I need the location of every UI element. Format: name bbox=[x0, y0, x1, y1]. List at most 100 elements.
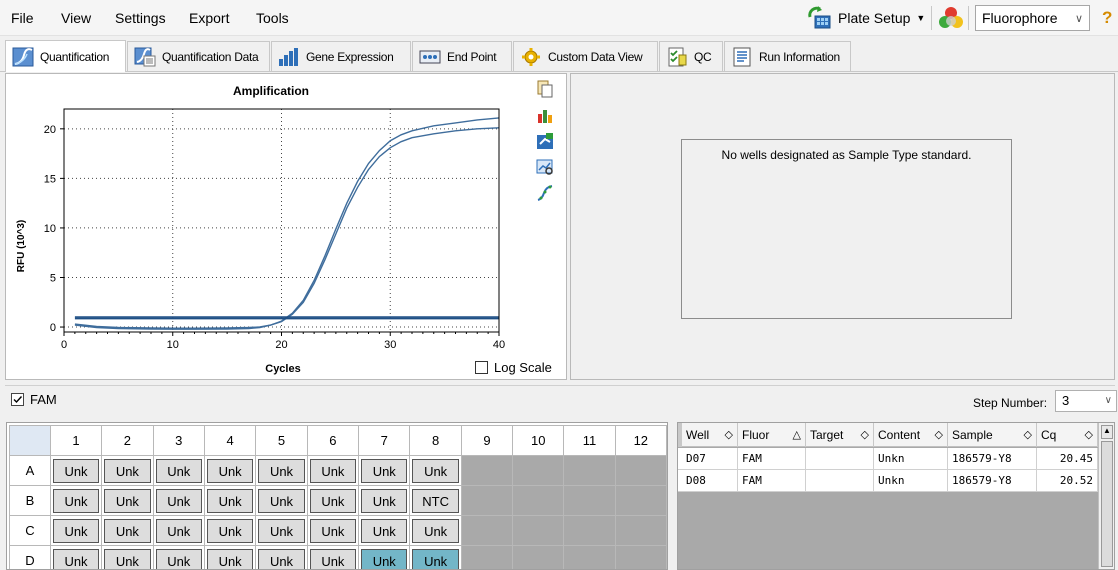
plate-well[interactable]: Unk bbox=[155, 458, 202, 483]
plate-well[interactable]: Unk bbox=[309, 458, 357, 483]
plate-cell[interactable]: Unk bbox=[49, 545, 103, 569]
zoom-chart-icon[interactable] bbox=[536, 158, 554, 176]
plate-cell[interactable]: NTC bbox=[409, 485, 462, 516]
plate-well[interactable]: Unk bbox=[206, 458, 254, 483]
plate-cell[interactable]: Unk bbox=[255, 485, 308, 516]
plate-cell-empty[interactable] bbox=[512, 515, 565, 546]
plate-cell[interactable]: Unk bbox=[255, 545, 308, 569]
well-groups-button[interactable] bbox=[937, 5, 965, 31]
fam-checkbox[interactable] bbox=[11, 393, 24, 406]
plate-well[interactable]: Unk bbox=[155, 518, 202, 543]
plate-cell[interactable]: Unk bbox=[152, 515, 205, 546]
table-row[interactable]: D07 FAM Unkn 186579-Y8 20.45 bbox=[678, 448, 1098, 470]
plate-cell-empty[interactable] bbox=[614, 455, 667, 486]
plate-setup-button[interactable]: Plate Setup ▼ bbox=[806, 4, 925, 32]
plate-cell-empty[interactable] bbox=[614, 545, 667, 569]
menu-tools[interactable]: Tools bbox=[256, 10, 289, 26]
plate-well[interactable]: Unk bbox=[104, 548, 151, 569]
plate-cell[interactable]: Unk bbox=[306, 545, 360, 569]
plate-cell-empty[interactable] bbox=[563, 455, 616, 486]
plate-cell[interactable]: Unk bbox=[409, 545, 462, 569]
plate-cell[interactable]: Unk bbox=[49, 455, 103, 486]
amplification-chart[interactable]: Amplification Cycles RFU (10^3) 0 10 20 30 4… bbox=[6, 74, 568, 381]
column-header-target[interactable]: Target ◇ bbox=[806, 423, 874, 447]
plate-cell[interactable]: Unk bbox=[358, 455, 411, 486]
plate-cell-empty[interactable] bbox=[460, 455, 514, 486]
plate-well[interactable]: Unk bbox=[206, 488, 254, 513]
menu-settings[interactable]: Settings bbox=[115, 10, 166, 26]
plate-cell-empty[interactable] bbox=[460, 545, 514, 569]
fam-toggle[interactable]: FAM bbox=[11, 392, 57, 407]
copy-icon[interactable] bbox=[536, 80, 554, 98]
plate-well[interactable]: Unk bbox=[361, 488, 408, 513]
plate-cell-empty[interactable] bbox=[512, 455, 565, 486]
help-icon[interactable]: ? bbox=[1102, 8, 1112, 28]
log-scale-checkbox[interactable] bbox=[475, 361, 488, 374]
plate-column-header[interactable]: 4 bbox=[203, 425, 257, 456]
plate-column-header[interactable]: 3 bbox=[152, 425, 205, 456]
plate-well[interactable]: Unk bbox=[361, 458, 408, 483]
plate-well[interactable]: Unk bbox=[52, 488, 100, 513]
plate-column-header[interactable]: 2 bbox=[101, 425, 154, 456]
plate-cell-empty[interactable] bbox=[614, 485, 667, 516]
tab-quantification[interactable]: Quantification bbox=[5, 40, 126, 72]
step-number-select[interactable]: 3 ∨ bbox=[1055, 390, 1117, 412]
plate-well[interactable]: Unk bbox=[309, 548, 357, 569]
plate-cell[interactable]: Unk bbox=[101, 455, 154, 486]
plate-column-header[interactable]: 5 bbox=[255, 425, 308, 456]
chart-options-icon[interactable] bbox=[536, 106, 554, 124]
tab-end-point[interactable]: End Point bbox=[412, 41, 512, 71]
vertical-scrollbar[interactable]: ▲ bbox=[1098, 423, 1114, 569]
plate-row-header[interactable]: A bbox=[9, 455, 51, 486]
scroll-up-icon[interactable]: ▲ bbox=[1101, 425, 1113, 439]
plate-well[interactable]: Unk bbox=[258, 548, 305, 569]
plate-cell-empty[interactable] bbox=[563, 545, 616, 569]
column-header-well[interactable]: Well ◇ bbox=[682, 423, 738, 447]
plate-cell[interactable]: Unk bbox=[203, 545, 257, 569]
plate-cell-empty[interactable] bbox=[563, 485, 616, 516]
curve-fit-icon[interactable] bbox=[536, 184, 554, 202]
plate-well[interactable]: Unk bbox=[309, 488, 357, 513]
plate-cell[interactable]: Unk bbox=[101, 545, 154, 569]
plate-column-header[interactable]: 9 bbox=[460, 425, 514, 456]
plate-cell[interactable]: Unk bbox=[306, 455, 360, 486]
table-row[interactable]: D08 FAM Unkn 186579-Y8 20.52 bbox=[678, 470, 1098, 492]
plate-cell[interactable]: Unk bbox=[409, 455, 462, 486]
plate-cell[interactable]: Unk bbox=[358, 485, 411, 516]
plate-cell[interactable]: Unk bbox=[49, 515, 103, 546]
plate-well[interactable]: NTC bbox=[412, 488, 459, 513]
amplification-curve[interactable] bbox=[74, 117, 500, 330]
plate-cell-empty[interactable] bbox=[512, 545, 565, 569]
tab-run-information[interactable]: Run Information bbox=[724, 41, 851, 71]
fluorophore-dropdown[interactable]: Fluorophore ∨ bbox=[975, 5, 1090, 31]
plate-cell[interactable]: Unk bbox=[306, 515, 360, 546]
plate-well[interactable]: Unk bbox=[361, 548, 408, 569]
plate-well[interactable]: Unk bbox=[309, 518, 357, 543]
plate-well[interactable]: Unk bbox=[104, 488, 151, 513]
plate-well[interactable]: Unk bbox=[155, 488, 202, 513]
plate-cell-empty[interactable] bbox=[460, 515, 514, 546]
plate-well[interactable]: Unk bbox=[361, 518, 408, 543]
plate-well[interactable]: Unk bbox=[206, 518, 254, 543]
column-header-fluor[interactable]: Fluor △ bbox=[738, 423, 806, 447]
plate-cell[interactable]: Unk bbox=[255, 515, 308, 546]
plate-cell[interactable]: Unk bbox=[358, 515, 411, 546]
plate-cell-empty[interactable] bbox=[512, 485, 565, 516]
plate-well[interactable]: Unk bbox=[104, 518, 151, 543]
plate-column-header[interactable]: 1 bbox=[49, 425, 103, 456]
plate-cell[interactable]: Unk bbox=[203, 485, 257, 516]
plate-cell-empty[interactable] bbox=[563, 515, 616, 546]
plate-well[interactable]: Unk bbox=[258, 518, 305, 543]
tab-gene-expression[interactable]: Gene Expression bbox=[271, 41, 411, 71]
plate-cell[interactable]: Unk bbox=[101, 515, 154, 546]
plate-cell[interactable]: Unk bbox=[152, 545, 205, 569]
plate-well[interactable]: Unk bbox=[52, 548, 100, 569]
plate-column-header[interactable]: 12 bbox=[614, 425, 667, 456]
plate-cell[interactable]: Unk bbox=[255, 455, 308, 486]
plate-well[interactable]: Unk bbox=[258, 458, 305, 483]
menu-export[interactable]: Export bbox=[189, 10, 229, 26]
plate-column-header[interactable]: 10 bbox=[512, 425, 565, 456]
plate-well[interactable]: Unk bbox=[155, 548, 202, 569]
plate-column-header[interactable]: 6 bbox=[306, 425, 360, 456]
log-scale-toggle[interactable]: Log Scale bbox=[475, 360, 552, 375]
